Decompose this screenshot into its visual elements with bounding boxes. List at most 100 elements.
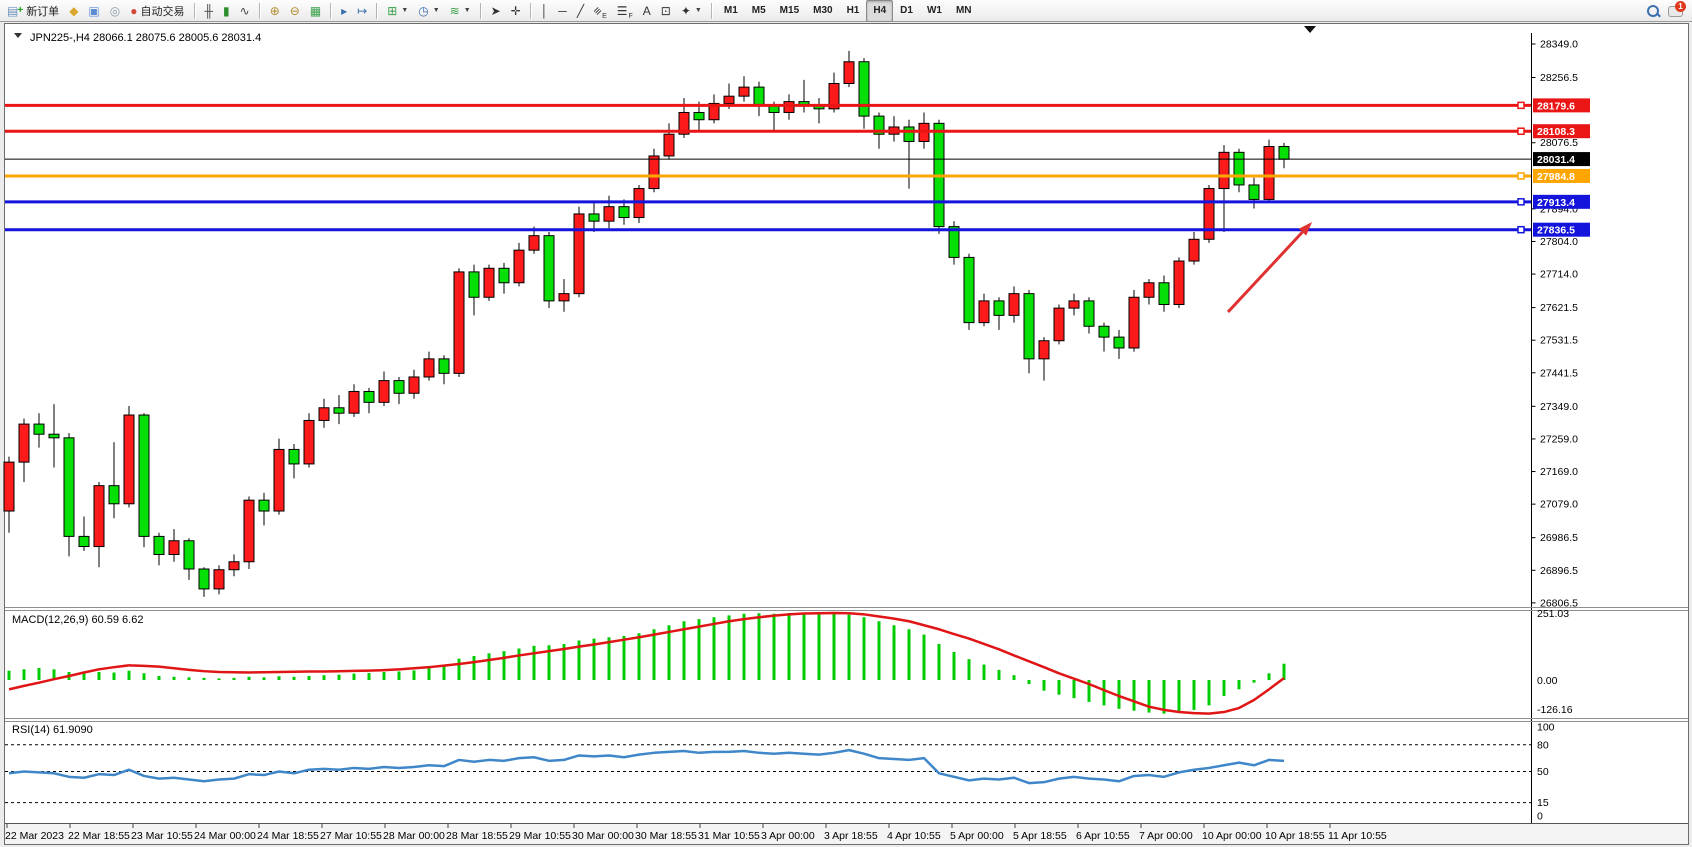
vertical-line-icon: │ [541,5,549,17]
candle-body [64,438,74,537]
arrows-button[interactable]: ✦▼ [676,0,707,22]
rsi-axis-tick: 50 [1537,766,1549,778]
candle-body [604,207,614,221]
line-handle[interactable] [1518,199,1524,205]
candle-body [1264,147,1274,200]
toolbar-separator [330,3,332,19]
timeframe-button-mn[interactable]: MN [949,0,979,22]
template-icon: ≋ [450,5,460,17]
channel-button[interactable]: ≡E [589,0,612,22]
new-order-button[interactable]: ▤+新订单 [2,0,64,22]
candle-body [379,381,389,403]
line-handle[interactable] [1518,128,1524,134]
horizontal-line-button[interactable]: ─ [553,0,572,22]
auto-trading-button-label: 自动交易 [141,3,185,19]
notifications-icon[interactable]: 1 [1668,4,1684,17]
timeframe-button-w1[interactable]: W1 [920,0,949,22]
candlestick-chart-button[interactable]: ▮ [218,0,235,22]
time-tick-label: 24 Mar 18:55 [257,830,319,842]
candle-body [409,377,419,393]
chevron-down-icon: ▼ [433,7,440,14]
search-icon[interactable] [1646,4,1660,18]
macd-axis-tick: 251.03 [1537,608,1569,620]
zoom-in-button[interactable]: ⊕ [265,0,285,22]
price-tag: 28179.6 [1533,98,1590,112]
timeframe-button-m5[interactable]: M5 [745,0,773,22]
notification-badge: 1 [1675,1,1686,12]
candle-body [619,207,629,218]
market-watch-button[interactable]: ◆ [64,0,83,22]
candle-body [754,87,764,105]
timeframe-button-m1[interactable]: M1 [717,0,745,22]
candle-body [694,112,704,119]
line-handle[interactable] [1518,227,1524,233]
line-handle[interactable] [1518,173,1524,179]
candle-body [1069,301,1079,308]
candle-body [469,272,479,297]
candle-body [964,257,974,322]
time-tick-label: 28 Mar 00:00 [383,830,445,842]
tile-windows-button[interactable]: ▦ [305,0,326,22]
candle-body [514,250,524,283]
candle-body [1189,239,1199,261]
text-icon: A [643,5,651,17]
zoom-out-button[interactable]: ⊖ [285,0,305,22]
time-tick-label: 30 Mar 18:55 [635,830,697,842]
price-tag: 27836.5 [1533,223,1590,237]
time-tick-label: 10 Apr 00:00 [1202,830,1262,842]
price-tag-value: 28179.6 [1537,100,1575,112]
chevron-down-icon: ▼ [464,7,471,14]
line-handle[interactable] [1518,102,1524,108]
timeframe-button-m15[interactable]: M15 [773,0,806,22]
crosshair-icon: ✛ [511,5,521,17]
fibonacci-button[interactable]: ☰F [612,0,638,22]
timeframe-button-d1[interactable]: D1 [893,0,920,22]
trendline-button[interactable]: ╱ [572,0,589,22]
bar-chart-button[interactable]: ╫ [200,0,219,22]
candle-body [739,87,749,96]
price-tag: 28031.4 [1533,152,1590,166]
data-window-button[interactable]: ▣ [83,0,104,22]
candle-body [424,359,434,377]
candle-body [274,449,284,511]
line-chart-icon: ∿ [240,5,250,17]
text-label-button[interactable]: ⊡ [656,0,676,22]
template-button[interactable]: ≋▼ [445,0,476,22]
new-order-button-label: 新订单 [26,3,59,19]
text-button[interactable]: A [638,0,656,22]
timeframe-button-h4[interactable]: H4 [866,0,893,22]
vertical-line-button[interactable]: │ [536,0,554,22]
cursor-button[interactable]: ➤ [486,0,506,22]
candle-body [1024,294,1034,359]
auto-scroll-icon: ▸ [341,5,347,17]
timeframe-button-m30[interactable]: M30 [806,0,839,22]
price-tick-label: 26986.5 [1540,532,1578,544]
candle-body [214,570,224,589]
fibonacci-icon-letter: F [629,13,633,20]
price-tick-label: 27441.5 [1540,367,1578,379]
time-tick-label: 31 Mar 10:55 [698,830,760,842]
price-tick-label: 27079.0 [1540,499,1578,511]
signals-button[interactable]: ◎ [105,0,125,22]
chart-title: JPN225-,H4 28066.1 28075.6 28005.6 28031… [14,32,261,44]
candle-body [1279,147,1289,160]
crosshair-button[interactable]: ✛ [506,0,526,22]
candle-body [1174,261,1184,304]
timeframe-button-h1[interactable]: H1 [840,0,867,22]
price-tick-label: 27621.5 [1540,302,1578,314]
candle-body [1234,152,1244,185]
candle-body [259,500,269,511]
profiles-button[interactable]: ◷▼ [413,0,444,22]
time-tick-label: 3 Apr 18:55 [824,830,878,842]
time-tick-label: 7 Apr 00:00 [1139,830,1193,842]
auto-scroll-button[interactable]: ▸ [336,0,352,22]
price-tick-label: 27714.0 [1540,269,1578,281]
new-chart-button[interactable]: ⊞▼ [382,0,413,22]
bar-chart-icon: ╫ [205,5,214,17]
auto-trading-button[interactable]: ●自动交易 [125,0,189,22]
price-tick-label: 26896.5 [1540,565,1578,577]
macd-label: MACD(12,26,9) 60.59 6.62 [12,614,143,626]
line-chart-button[interactable]: ∿ [235,0,255,22]
chart-shift-button[interactable]: ↦ [352,0,372,22]
candle-body [1144,283,1154,297]
